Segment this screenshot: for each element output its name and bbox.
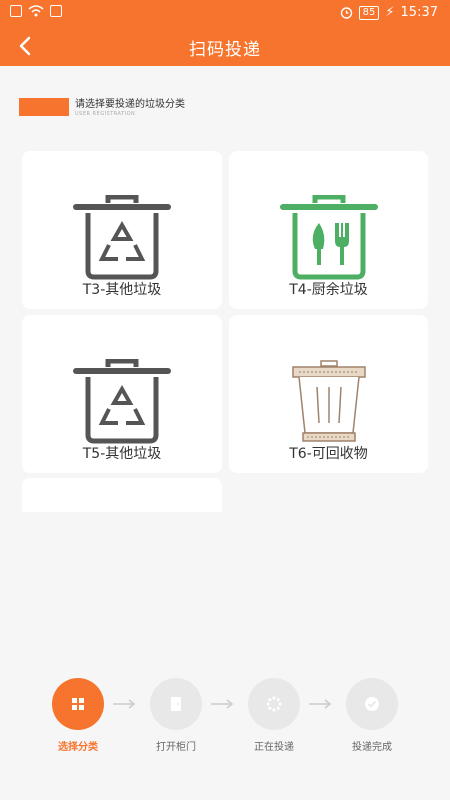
bin-card-t3[interactable]: T3-其他垃圾 bbox=[22, 151, 222, 309]
step-label: 选择分类 bbox=[58, 742, 98, 753]
sim-icon bbox=[10, 5, 22, 17]
step-circle bbox=[150, 678, 202, 730]
step-circle bbox=[52, 678, 104, 730]
wifi-icon bbox=[28, 5, 44, 17]
recycle-bin-icon bbox=[73, 195, 171, 280]
step-select-category: 选择分类 bbox=[33, 678, 123, 753]
recycle-bin-icon bbox=[73, 359, 171, 444]
step-circle bbox=[248, 678, 300, 730]
page-title: 扫码投递 bbox=[189, 40, 261, 60]
kitchen-waste-bin-icon bbox=[280, 195, 378, 280]
check-icon bbox=[365, 697, 379, 711]
section-subtitle: USER REGISTRATION bbox=[75, 111, 136, 117]
delivery-steps: 选择分类 打开柜门 正在投递 投递完成 bbox=[0, 678, 450, 758]
step-label: 打开柜门 bbox=[156, 742, 196, 753]
step-open-door: 打开柜门 bbox=[131, 678, 221, 753]
step-delivering: 正在投递 bbox=[229, 678, 319, 753]
recyclable-bin-icon bbox=[292, 360, 366, 442]
step-label: 正在投递 bbox=[254, 742, 294, 753]
bin-card-t5[interactable]: T5-其他垃圾 bbox=[22, 315, 222, 473]
section-header: 请选择要投递的垃圾分类 USER REGISTRATION bbox=[19, 98, 185, 118]
section-title: 请选择要投递的垃圾分类 bbox=[75, 99, 185, 110]
bin-label: T4-厨余垃圾 bbox=[289, 282, 368, 298]
step-circle bbox=[346, 678, 398, 730]
bin-card-t6[interactable]: T6-可回收物 bbox=[229, 315, 428, 473]
bin-label: T6-可回收物 bbox=[289, 446, 368, 462]
status-bar: 85 ⚡ 15:37 bbox=[0, 0, 450, 26]
loading-icon bbox=[266, 696, 282, 712]
step-complete: 投递完成 bbox=[327, 678, 417, 753]
battery-level: 85 bbox=[358, 5, 380, 20]
clock: 15:37 bbox=[400, 5, 438, 20]
bin-label: T3-其他垃圾 bbox=[82, 282, 162, 298]
charging-icon: ⚡ bbox=[385, 5, 395, 20]
app-header: 扫码投递 bbox=[0, 26, 450, 66]
step-label: 投递完成 bbox=[352, 742, 392, 753]
section-accent-bar bbox=[19, 98, 69, 116]
grid-icon bbox=[72, 698, 84, 710]
door-icon bbox=[171, 697, 181, 711]
bin-card-partial[interactable] bbox=[22, 478, 222, 512]
alarm-icon bbox=[340, 7, 352, 19]
bin-card-t4[interactable]: T4-厨余垃圾 bbox=[229, 151, 428, 309]
bin-label: T5-其他垃圾 bbox=[82, 446, 162, 462]
status-left bbox=[10, 5, 62, 17]
notification-icon bbox=[50, 5, 62, 17]
status-right: 85 ⚡ 15:37 bbox=[340, 5, 438, 20]
